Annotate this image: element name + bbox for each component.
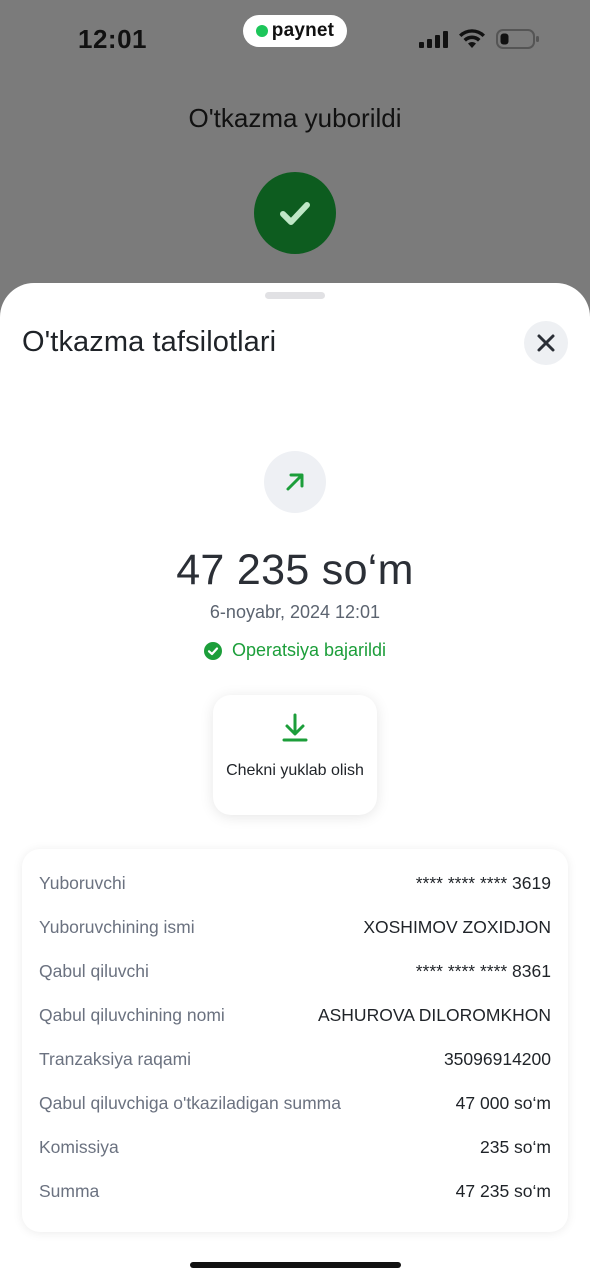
status-icons (419, 28, 540, 50)
background-title: O'tkazma yuborildi (188, 103, 402, 133)
detail-row: Qabul qiluvchiga o'tkaziladigan summa 47… (39, 1088, 551, 1118)
status-line: Operatsiya bajarildi (0, 640, 590, 661)
detail-row: Yuboruvchining ismi XOSHIMOV ZOXIDJON (39, 912, 551, 942)
brand-name: paynet (271, 20, 335, 41)
detail-value: **** **** **** 3619 (415, 872, 551, 893)
check-icon (280, 202, 310, 225)
detail-value: ASHUROVA DILOROMKHON (317, 1004, 551, 1025)
details-sheet: O'tkazma tafsilotlari 47 235 so‘m 6-noya… (0, 283, 590, 1280)
download-receipt-button[interactable]: Chekni yuklab olish (213, 695, 377, 815)
detail-label: Qabul qiluvchining nomi (39, 1004, 225, 1025)
detail-value: **** **** **** 8361 (415, 960, 551, 981)
detail-row: Yuboruvchi **** **** **** 3619 (39, 868, 551, 898)
signal-icon (419, 30, 448, 48)
detail-value: 47 000 so‘m (455, 1092, 551, 1113)
detail-label: Summa (39, 1180, 100, 1201)
status-time: 12:01 (78, 24, 147, 54)
transfer-date: 6-noyabr, 2024 12:01 (209, 602, 381, 622)
detail-value: 47 235 so‘m (455, 1180, 551, 1201)
detail-label: Komissiya (39, 1136, 119, 1157)
sheet-grabber[interactable] (265, 292, 325, 299)
detail-value: 35096914200 (443, 1048, 551, 1069)
detail-label: Tranzaksiya raqami (39, 1048, 192, 1069)
status-text: Operatsiya bajarildi (231, 640, 387, 660)
arrow-up-right-icon (286, 473, 304, 491)
sheet-title: O'tkazma tafsilotlari (22, 326, 277, 358)
details-card: Yuboruvchi **** **** **** 3619 Yuboruvch… (22, 849, 568, 1232)
home-indicator[interactable] (190, 1262, 401, 1268)
detail-value: 235 so‘m (479, 1136, 551, 1157)
brand-dot-icon (255, 25, 268, 37)
detail-row: Komissiya 235 so‘m (39, 1132, 551, 1162)
success-check-icon (254, 172, 336, 254)
detail-label: Qabul qiluvchi (39, 960, 149, 981)
download-receipt-label: Chekni yuklab olish (226, 762, 364, 779)
detail-row: Qabul qiluvchining nomi ASHUROVA DILOROM… (39, 1000, 551, 1030)
close-icon (537, 334, 555, 352)
wifi-icon (458, 29, 486, 49)
detail-value: XOSHIMOV ZOXIDJON (363, 916, 551, 937)
detail-label: Yuboruvchining ismi (39, 916, 195, 937)
detail-row: Summa 47 235 so‘m (39, 1176, 551, 1206)
outgoing-transfer-icon (264, 451, 326, 513)
download-icon (282, 713, 308, 742)
brand-pill: paynet (243, 15, 347, 47)
check-circle-icon (203, 641, 222, 660)
detail-row: Tranzaksiya raqami 35096914200 (39, 1044, 551, 1074)
detail-row: Qabul qiluvchi **** **** **** 8361 (39, 956, 551, 986)
detail-label: Yuboruvchi (39, 872, 126, 893)
detail-label: Qabul qiluvchiga o'tkaziladigan summa (39, 1092, 341, 1113)
close-button[interactable] (524, 321, 568, 365)
transfer-amount: 47 235 so‘m (176, 546, 414, 594)
battery-icon (496, 28, 540, 50)
